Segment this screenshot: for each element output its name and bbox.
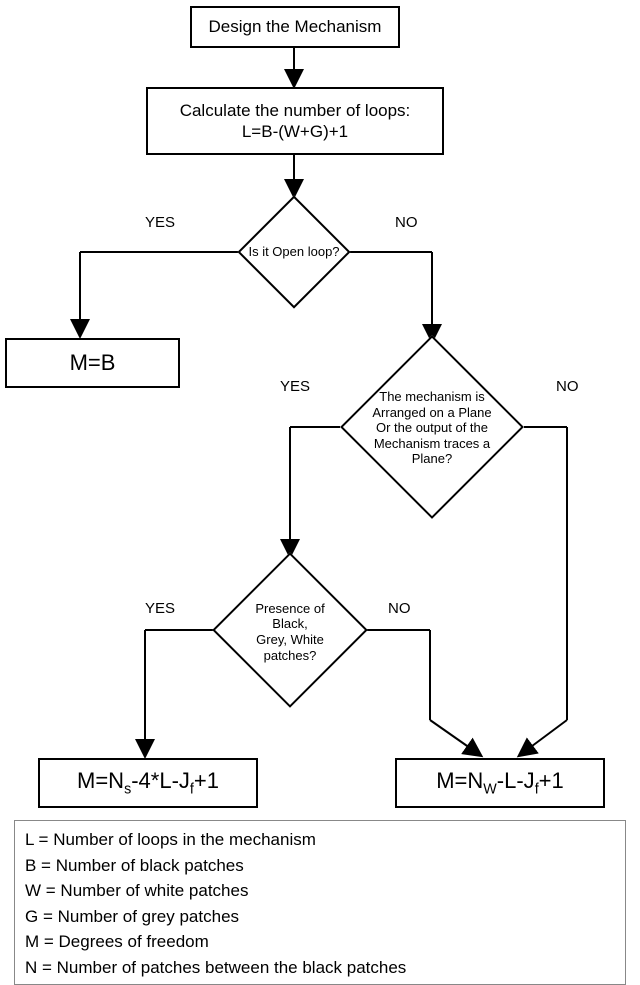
decision-open-loop-label: Is it Open loop? — [218, 232, 370, 272]
legend-W: W = Number of white patches — [25, 878, 615, 904]
edge-label-patches-no: NO — [388, 600, 411, 617]
node-result-open: M=B — [5, 338, 180, 388]
decision-plane-label: The mechanism is Arranged on a Plane Or … — [342, 378, 522, 478]
decision-patches-label: Presence of Black, Grey, White patches? — [212, 592, 368, 672]
legend-L: L = Number of loops in the mechanism — [25, 827, 615, 853]
node-start-label: Design the Mechanism — [209, 16, 382, 37]
edge-label-plane-yes: YES — [280, 378, 310, 395]
node-result-patches-label: M=Ns-4*L-Jf+1 — [77, 767, 219, 799]
edge-label-open-yes: YES — [145, 214, 175, 231]
legend-N: N = Number of patches between the black … — [25, 955, 615, 981]
edge-label-open-no: NO — [395, 214, 418, 231]
node-result-open-label: M=B — [70, 349, 116, 377]
legend-M: M = Degrees of freedom — [25, 929, 615, 955]
node-start: Design the Mechanism — [190, 6, 400, 48]
legend-B: B = Number of black patches — [25, 853, 615, 879]
node-result-no-patches: M=NW-L-Jf+1 — [395, 758, 605, 808]
node-calc: Calculate the number of loops: L=B-(W+G)… — [146, 87, 444, 155]
legend-G: G = Number of grey patches — [25, 904, 615, 930]
edge-label-patches-yes: YES — [145, 600, 175, 617]
node-calc-label: Calculate the number of loops: L=B-(W+G)… — [180, 100, 411, 143]
edge-label-plane-no: NO — [556, 378, 579, 395]
node-result-patches: M=Ns-4*L-Jf+1 — [38, 758, 258, 808]
node-result-no-patches-label: M=NW-L-Jf+1 — [436, 767, 564, 799]
legend-box: L = Number of loops in the mechanism B =… — [14, 820, 626, 985]
